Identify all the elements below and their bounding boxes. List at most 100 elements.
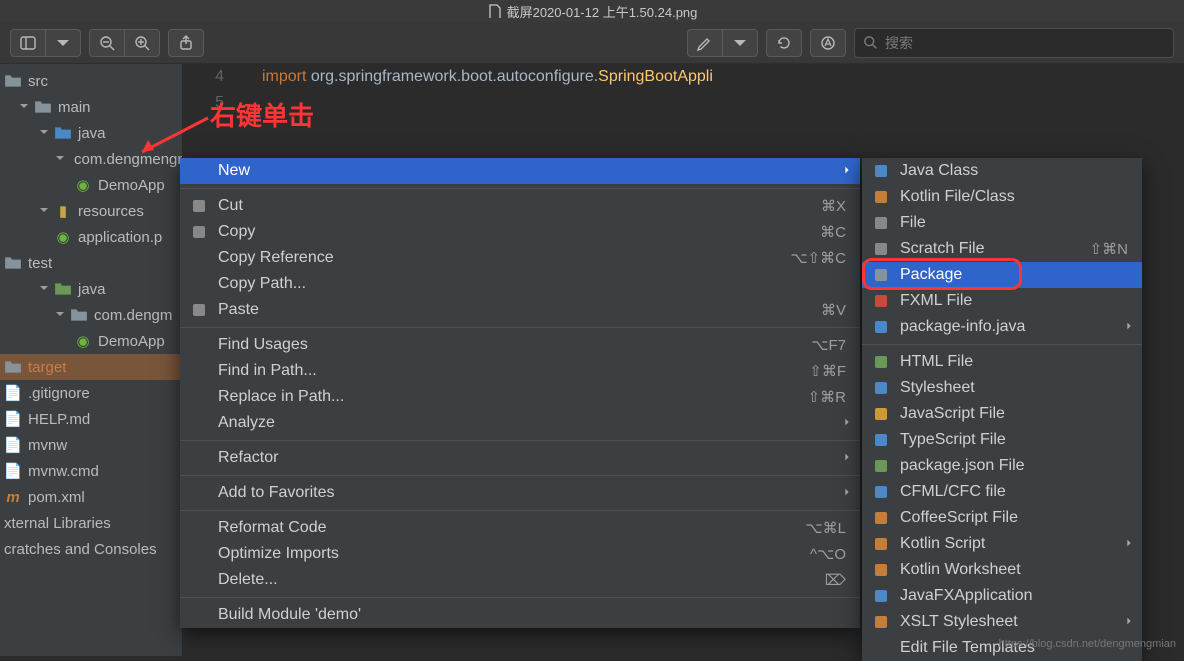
menu-item-new[interactable]: New	[180, 158, 860, 184]
menu-item-label: Cut	[218, 197, 243, 215]
java-icon	[872, 162, 890, 180]
menu-item-package-info-java[interactable]: package-info.java	[862, 314, 1142, 340]
menu-item-kotlin-script[interactable]: Kotlin Script	[862, 531, 1142, 557]
context-menu: New Cut⌘X Copy ⌘C Copy Reference⌥⇧⌘C Copy Pat…	[180, 158, 860, 628]
zoom-out-button[interactable]	[89, 29, 124, 57]
menu-item-delete-[interactable]: Delete... ⌦	[180, 567, 860, 593]
menu-item-label: Optimize Imports	[218, 545, 339, 563]
editor-content: import org.springframework.boot.autoconf…	[182, 64, 1184, 116]
shortcut-label: ⌘V	[821, 301, 846, 319]
menu-item-add-to-favorites[interactable]: Add to Favorites	[180, 480, 860, 506]
tree-item-src[interactable]: src	[0, 68, 182, 94]
menu-item-label: Delete...	[218, 571, 278, 589]
menu-item-replace-in-path-[interactable]: Replace in Path...⇧⌘R	[180, 384, 860, 410]
tree-item-package-test[interactable]: com.dengm	[0, 302, 182, 328]
menu-item-package[interactable]: Package	[862, 262, 1142, 288]
window-title: 截屏2020-01-12 上午1.50.24.png	[507, 2, 698, 21]
scratch-icon	[872, 240, 890, 258]
markup-button[interactable]	[810, 29, 846, 57]
tree-item-gitignore[interactable]: 📄.gitignore	[0, 380, 182, 406]
menu-item-build-module-demo-[interactable]: Build Module 'demo'	[180, 602, 860, 628]
menu-item-label: package.json File	[900, 457, 1025, 475]
menu-item-label: Build Module 'demo'	[218, 606, 361, 624]
menu-item-fxml-file[interactable]: FXML File	[862, 288, 1142, 314]
menu-item-cut[interactable]: Cut⌘X	[180, 193, 860, 219]
menu-item-label: Copy	[218, 223, 255, 241]
toolbar: 搜索	[0, 22, 1184, 64]
menu-item-package-json-file[interactable]: package.json File	[862, 453, 1142, 479]
tree-item-help[interactable]: 📄HELP.md	[0, 406, 182, 432]
shortcut-label: ⌥F7	[811, 336, 846, 354]
menu-item-label: CoffeeScript File	[900, 509, 1018, 527]
menu-item-label: Copy Path...	[218, 275, 306, 293]
menu-item-kotlin-file-class[interactable]: Kotlin File/Class	[862, 184, 1142, 210]
menu-item-copy[interactable]: Copy ⌘C	[180, 219, 860, 245]
zoom-in-button[interactable]	[124, 29, 160, 57]
tree-item-mvnw[interactable]: 📄mvnw	[0, 432, 182, 458]
menu-item-java-class[interactable]: Java Class	[862, 158, 1142, 184]
tree-item-test[interactable]: test	[0, 250, 182, 276]
rotate-button[interactable]	[766, 29, 802, 57]
menu-item-copy-path-[interactable]: Copy Path...	[180, 271, 860, 297]
tree-item-scratches[interactable]: cratches and Consoles	[0, 536, 182, 562]
shortcut-label: ^⌥O	[810, 545, 846, 563]
share-button[interactable]	[168, 29, 204, 57]
file-icon: 📄	[4, 462, 22, 480]
menu-item-find-in-path-[interactable]: Find in Path...⇧⌘F	[180, 358, 860, 384]
menu-item-scratch-file[interactable]: Scratch File⇧⌘N	[862, 236, 1142, 262]
tree-item-target[interactable]: target	[0, 354, 182, 380]
edit-dropdown-button[interactable]	[722, 29, 758, 57]
submenu-caret-icon	[1124, 613, 1134, 631]
tree-item-java-test[interactable]: java	[0, 276, 182, 302]
menu-item-label: Analyze	[218, 414, 275, 432]
tree-item-application[interactable]: ◉application.p	[0, 224, 182, 250]
spring-icon: ◉	[54, 228, 72, 246]
menu-item-find-usages[interactable]: Find Usages⌥F7	[180, 332, 860, 358]
menu-item-html-file[interactable]: HTML File	[862, 349, 1142, 375]
shortcut-label: ⇧⌘R	[808, 388, 846, 406]
tree-item-demoapp[interactable]: ◉DemoApp	[0, 172, 182, 198]
sidebar-toggle-button[interactable]	[10, 29, 45, 57]
shortcut-label: ⌥⇧⌘C	[790, 249, 846, 267]
menu-item-refactor[interactable]: Refactor	[180, 445, 860, 471]
menu-item-paste[interactable]: Paste ⌘V	[180, 297, 860, 323]
scissors-icon	[190, 197, 208, 215]
menu-item-coffeescript-file[interactable]: CoffeeScript File	[862, 505, 1142, 531]
tree-item-resources[interactable]: ▮resources	[0, 198, 182, 224]
copy-icon	[190, 223, 208, 241]
shortcut-label: ⌘C	[820, 223, 846, 241]
java-icon	[872, 587, 890, 605]
menu-item-typescript-file[interactable]: TypeScript File	[862, 427, 1142, 453]
edit-button[interactable]	[687, 29, 722, 57]
layout-dropdown-button[interactable]	[45, 29, 81, 57]
menu-item-label: FXML File	[900, 292, 972, 310]
tree-item-mvnwcmd[interactable]: 📄mvnw.cmd	[0, 458, 182, 484]
search-box[interactable]: 搜索	[854, 28, 1174, 58]
menu-item-javascript-file[interactable]: JavaScript File	[862, 401, 1142, 427]
submenu-caret-icon	[842, 449, 852, 467]
menu-item-label: CFML/CFC file	[900, 483, 1006, 501]
tree-item-pom[interactable]: mpom.xml	[0, 484, 182, 510]
menu-item-label: JavaScript File	[900, 405, 1005, 423]
js-icon	[872, 405, 890, 423]
menu-item-kotlin-worksheet[interactable]: Kotlin Worksheet	[862, 557, 1142, 583]
menu-item-label: Paste	[218, 301, 259, 319]
menu-item-label: Java Class	[900, 162, 978, 180]
menu-item-cfml-cfc-file[interactable]: CFML/CFC file	[862, 479, 1142, 505]
menu-item-label: HTML File	[900, 353, 973, 371]
tree-item-extlib[interactable]: xternal Libraries	[0, 510, 182, 536]
tree-item-demoapp-test[interactable]: ◉DemoApp	[0, 328, 182, 354]
menu-item-copy-reference[interactable]: Copy Reference⌥⇧⌘C	[180, 245, 860, 271]
menu-item-file[interactable]: File	[862, 210, 1142, 236]
shortcut-label: ⌦	[825, 571, 846, 589]
shortcut-label: ⇧⌘F	[809, 362, 846, 380]
menu-item-javafxapplication[interactable]: JavaFXApplication	[862, 583, 1142, 609]
submenu-caret-icon	[1124, 318, 1134, 336]
menu-item-optimize-imports[interactable]: Optimize Imports ^⌥O	[180, 541, 860, 567]
menu-item-reformat-code[interactable]: Reformat Code⌥⌘L	[180, 515, 860, 541]
menu-item-stylesheet[interactable]: Stylesheet	[862, 375, 1142, 401]
menu-item-analyze[interactable]: Analyze	[180, 410, 860, 436]
menu-item-label: Add to Favorites	[218, 484, 335, 502]
submenu-caret-icon	[842, 484, 852, 502]
menu-item-xslt-stylesheet[interactable]: XSLT Stylesheet	[862, 609, 1142, 635]
